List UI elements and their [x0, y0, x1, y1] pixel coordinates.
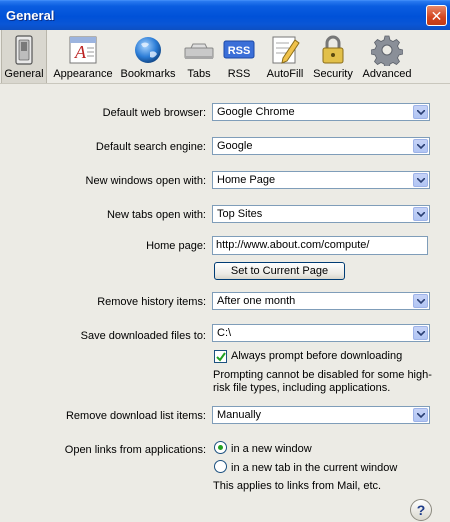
new-tabs-value: Top Sites: [217, 208, 263, 220]
default-browser-label: Default web browser:: [102, 107, 206, 119]
radio-selected-dot: [218, 445, 223, 450]
tab-general[interactable]: General: [1, 30, 47, 83]
tab-rss-label: RSS: [227, 68, 251, 80]
default-browser-select[interactable]: Google Chrome: [212, 103, 430, 121]
radio-new-tab-label[interactable]: in a new tab in the current window: [231, 462, 397, 474]
tab-autofill-label: AutoFill: [266, 68, 304, 80]
default-search-select[interactable]: Google: [212, 137, 430, 155]
default-browser-value: Google Chrome: [217, 106, 295, 118]
new-windows-value: Home Page: [217, 174, 276, 186]
chevron-down-icon: [417, 331, 425, 336]
chevron-down-icon: [417, 144, 425, 149]
preferences-toolbar: General A Appearance Bookmarks Tabs RSS …: [0, 30, 450, 84]
tab-security[interactable]: Security: [310, 30, 356, 83]
dropdown-arrow-button[interactable]: [413, 139, 428, 153]
new-tabs-select[interactable]: Top Sites: [212, 205, 430, 223]
remove-download-list-label: Remove download list items:: [65, 410, 206, 422]
chevron-down-icon: [417, 413, 425, 418]
radio-new-tab[interactable]: [214, 460, 227, 473]
remove-history-select[interactable]: After one month: [212, 292, 430, 310]
dropdown-arrow-button[interactable]: [413, 408, 428, 422]
tab-advanced-label: Advanced: [362, 68, 412, 80]
window-title: General: [6, 8, 55, 23]
tab-appearance-label: Appearance: [53, 68, 113, 80]
switch-icon: [15, 35, 33, 65]
default-search-label: Default search engine:: [95, 141, 206, 153]
tab-advanced[interactable]: Advanced: [360, 30, 414, 83]
home-page-label: Home page:: [146, 240, 206, 252]
save-downloads-value: C:\: [217, 327, 232, 339]
tab-general-label: General: [4, 68, 44, 80]
remove-history-label: Remove history items:: [97, 296, 206, 308]
globe-icon: [135, 37, 161, 63]
dropdown-arrow-button[interactable]: [413, 326, 428, 340]
tab-appearance[interactable]: A Appearance: [50, 30, 116, 83]
font-icon: A: [69, 36, 97, 64]
dropdown-arrow-button[interactable]: [413, 105, 428, 119]
default-search-value: Google: [217, 140, 253, 152]
svg-text:RSS: RSS: [228, 45, 251, 57]
open-links-label: Open links from applications:: [64, 444, 206, 456]
dropdown-arrow-button[interactable]: [413, 173, 428, 187]
lock-icon: [322, 35, 344, 64]
always-prompt-label[interactable]: Always prompt before downloading: [231, 350, 402, 362]
chevron-down-icon: [417, 212, 425, 217]
new-tabs-label: New tabs open with:: [106, 209, 206, 221]
chevron-down-icon: [417, 110, 425, 115]
close-button[interactable]: ✕: [426, 5, 447, 26]
save-downloads-select[interactable]: C:\: [212, 324, 430, 342]
tab-security-label: Security: [313, 68, 353, 80]
title-bar: General ✕: [0, 0, 450, 30]
tab-bookmarks[interactable]: Bookmarks: [119, 30, 177, 83]
tab-autofill[interactable]: AutoFill: [263, 30, 307, 83]
open-links-note: This applies to links from Mail, etc.: [213, 480, 382, 492]
dropdown-arrow-button[interactable]: [413, 294, 428, 308]
dropdown-arrow-button[interactable]: [413, 207, 428, 221]
radio-new-window[interactable]: [214, 441, 227, 454]
always-prompt-checkbox[interactable]: [214, 350, 227, 363]
new-windows-label: New windows open with:: [85, 175, 206, 187]
svg-text:A: A: [74, 42, 87, 62]
home-page-input[interactable]: http://www.about.com/compute/: [212, 236, 428, 255]
rss-icon: RSS: [223, 40, 255, 59]
chevron-down-icon: [417, 299, 425, 304]
chevron-down-icon: [417, 178, 425, 183]
general-preferences-form: Default web browser: Google Chrome Defau…: [0, 85, 450, 522]
remove-history-value: After one month: [217, 295, 296, 307]
remove-download-list-select[interactable]: Manually: [212, 406, 430, 424]
set-current-page-button[interactable]: Set to Current Page: [214, 262, 345, 280]
tab-bookmarks-label: Bookmarks: [120, 68, 176, 80]
save-downloads-label: Save downloaded files to:: [80, 330, 206, 342]
prompt-note: Prompting cannot be disabled for some hi…: [213, 369, 432, 394]
pencil-form-icon: [272, 36, 300, 64]
close-icon: ✕: [430, 7, 443, 24]
gear-icon: [371, 35, 403, 66]
checkmark-icon: [216, 352, 226, 362]
new-windows-select[interactable]: Home Page: [212, 171, 430, 189]
tabs-icon: [184, 43, 214, 59]
tab-rss[interactable]: RSS RSS: [221, 30, 257, 83]
tab-tabs-label: Tabs: [187, 68, 211, 80]
tab-tabs[interactable]: Tabs: [181, 30, 217, 83]
help-button[interactable]: ?: [410, 499, 432, 521]
radio-new-window-label[interactable]: in a new window: [231, 443, 312, 455]
remove-download-list-value: Manually: [217, 409, 262, 421]
